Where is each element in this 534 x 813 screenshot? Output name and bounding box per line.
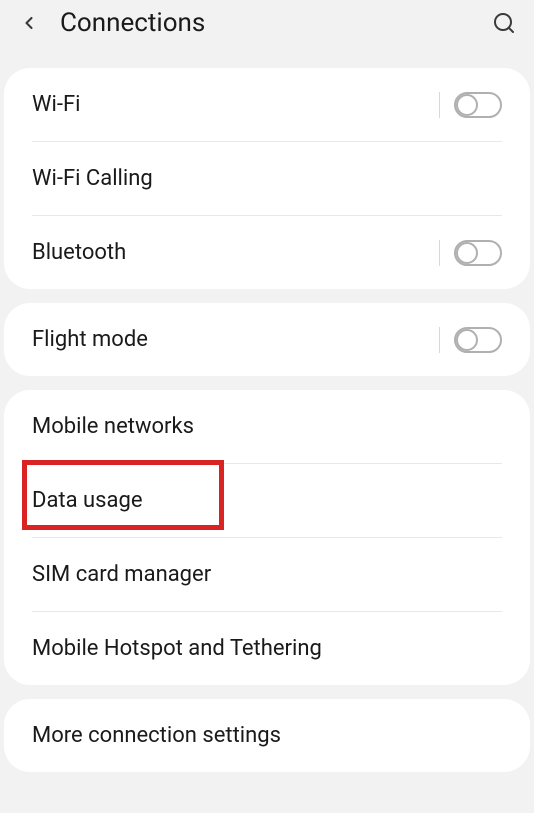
row-label: Mobile Hotspot and Tethering <box>32 636 502 661</box>
search-icon[interactable] <box>490 9 518 37</box>
row-mobile-networks[interactable]: Mobile networks <box>4 390 530 463</box>
toggle-wrap <box>439 327 502 353</box>
row-label: Mobile networks <box>32 414 502 439</box>
toggle-knob <box>456 329 478 351</box>
toggle-separator <box>439 327 440 353</box>
toggle-knob <box>456 242 478 264</box>
settings-group-2: Flight mode <box>4 303 530 376</box>
flight-mode-toggle[interactable] <box>454 327 502 353</box>
row-wifi-calling[interactable]: Wi-Fi Calling <box>4 142 530 215</box>
row-label: Data usage <box>32 488 502 513</box>
header: Connections <box>0 0 534 54</box>
settings-group-3: Mobile networks Data usage SIM card mana… <box>4 390 530 685</box>
toggle-separator <box>439 92 440 118</box>
row-bluetooth[interactable]: Bluetooth <box>4 216 530 289</box>
toggle-separator <box>439 240 440 266</box>
row-label: Bluetooth <box>32 240 439 265</box>
row-label: Wi-Fi <box>32 92 439 117</box>
row-wifi[interactable]: Wi-Fi <box>4 68 530 141</box>
row-more-connection[interactable]: More connection settings <box>4 699 530 772</box>
row-label: Flight mode <box>32 327 439 352</box>
row-sim-card-manager[interactable]: SIM card manager <box>4 538 530 611</box>
row-flight-mode[interactable]: Flight mode <box>4 303 530 376</box>
bluetooth-toggle[interactable] <box>454 240 502 266</box>
page-title: Connections <box>60 8 490 38</box>
row-label: SIM card manager <box>32 562 502 587</box>
toggle-wrap <box>439 240 502 266</box>
settings-group-1: Wi-Fi Wi-Fi Calling Bluetooth <box>4 68 530 289</box>
row-mobile-hotspot[interactable]: Mobile Hotspot and Tethering <box>4 612 530 685</box>
back-icon[interactable] <box>16 10 42 36</box>
row-label: More connection settings <box>32 723 502 748</box>
toggle-knob <box>456 94 478 116</box>
row-data-usage[interactable]: Data usage <box>4 464 530 537</box>
wifi-toggle[interactable] <box>454 92 502 118</box>
row-label: Wi-Fi Calling <box>32 166 502 191</box>
toggle-wrap <box>439 92 502 118</box>
settings-group-4: More connection settings <box>4 699 530 772</box>
